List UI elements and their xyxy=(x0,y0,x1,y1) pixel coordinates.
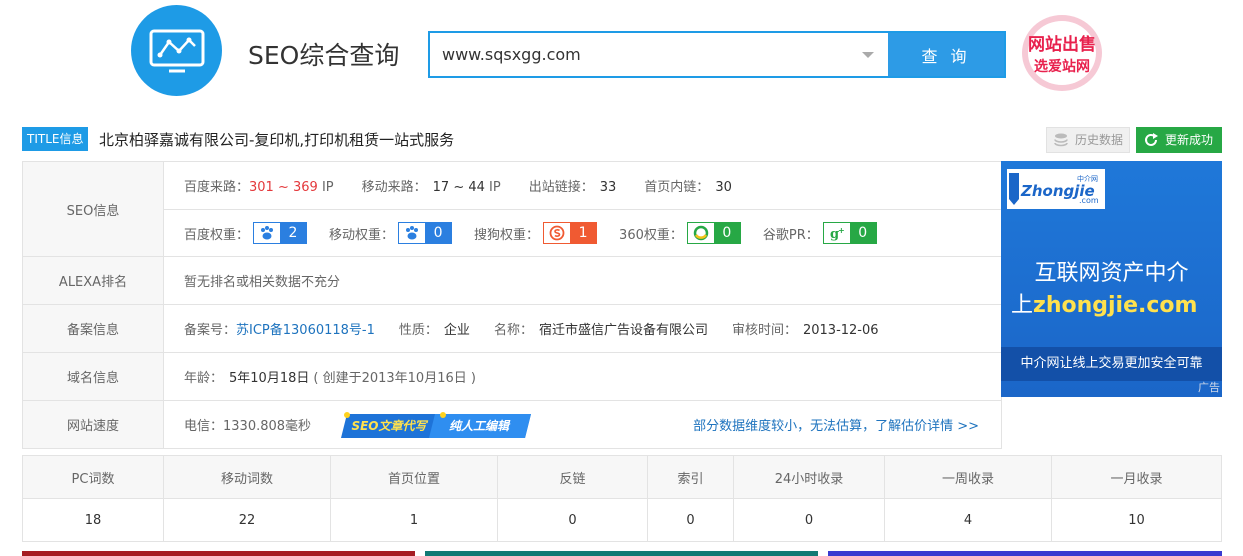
monitor-chart-icon xyxy=(149,29,205,73)
inner-links: 首页内链： 30 xyxy=(644,180,732,195)
icp-number-link[interactable]: 苏ICP备13060118号-1 xyxy=(236,323,375,338)
svg-text:.com: .com xyxy=(1079,196,1099,205)
stats-header: 首页位置 xyxy=(330,455,498,499)
traffic-line: 百度来路：301 ~ 369 IP 移动来路： 17 ~ 44 IP 出站链接： 3… xyxy=(164,162,1001,209)
stats-value[interactable]: 0 xyxy=(733,498,885,542)
stats-value[interactable]: 0 xyxy=(497,498,648,542)
domain-created: ( 创建于2013年10月16日 ) xyxy=(313,371,476,386)
domain-label: 域名信息 xyxy=(23,353,164,400)
icp-row: 备案信息 备案号：苏ICP备13060118号-1 性质： 企业 名称： 宿迁市盛信… xyxy=(23,305,1001,353)
ad-domain-line: 上zhongjie.com xyxy=(1011,293,1198,318)
baidu-traffic: 百度来路：301 ~ 369 IP xyxy=(184,180,334,195)
mobile-weight-value: 0 xyxy=(425,223,452,243)
promo-badge[interactable]: 网站出售 选爱站网 xyxy=(1016,13,1108,93)
stats-value[interactable]: 10 xyxy=(1051,498,1222,542)
seo-writing-banner[interactable]: SEO文章代写 纯人工编辑 xyxy=(339,411,532,438)
zhongjie-ad[interactable]: Zhongjie 中介网 .com 互联网资产中介 上zhongjie.com … xyxy=(1001,161,1222,397)
360-weight[interactable]: 360权重： 0 xyxy=(619,222,741,244)
mobile-weight[interactable]: 移动权重： 0 xyxy=(329,222,453,244)
zhongjie-logo: Zhongjie 中介网 .com xyxy=(1007,169,1105,209)
ad-headline: 互联网资产中介 xyxy=(1034,261,1189,286)
stats-value[interactable]: 22 xyxy=(163,498,331,542)
page-title: SEO综合查询 xyxy=(248,41,400,70)
outbound-links-value[interactable]: 33 xyxy=(600,180,617,195)
stats-table: PC词数 移动词数 首页位置 反链 索引 24小时收录 一周收录 一月收录 18… xyxy=(22,455,1222,542)
icp-label: 备案信息 xyxy=(23,305,164,352)
stats-header: 移动词数 xyxy=(163,455,331,499)
search-bar: 查 询 xyxy=(428,31,1006,78)
stats-value[interactable]: 0 xyxy=(647,498,734,542)
alexa-row: ALEXA排名 暂无排名或相关数据不充分 xyxy=(23,257,1001,305)
seo-info-label: SEO信息 xyxy=(23,162,164,256)
google-pr[interactable]: 谷歌PR： g +0 xyxy=(763,222,877,244)
domain-row: 域名信息 年龄： 5年10月18日 ( 创建于2013年10月16日 ) xyxy=(23,353,1001,401)
search-button[interactable]: 查 询 xyxy=(888,33,1004,76)
mobile-traffic-value[interactable]: 17 ~ 44 xyxy=(433,180,485,195)
speed-value: 电信：1330.808毫秒 xyxy=(184,419,312,434)
refresh-button[interactable]: 更新成功 xyxy=(1136,127,1222,153)
stats-header: 一周收录 xyxy=(884,455,1052,499)
alexa-value: 暂无排名或相关数据不充分 xyxy=(184,275,341,290)
promo-line1: 网站出售 xyxy=(1028,34,1096,55)
stats-header-row: PC词数 移动词数 首页位置 反链 索引 24小时收录 一周收录 一月收录 xyxy=(22,455,1222,499)
weights-line: 百度权重： 2 移动权重： 0 搜狗权重： 1 360权重： 0 谷歌PR： g… xyxy=(164,209,1001,256)
speed-row: 网站速度 电信：1330.808毫秒 SEO文章代写 纯人工编辑 部分数据维度较… xyxy=(23,401,1001,448)
domain-age: 5年10月18日 xyxy=(229,371,310,386)
baidu-weight[interactable]: 百度权重： 2 xyxy=(184,222,308,244)
icp-name: 宿迁市盛信广告设备有限公司 xyxy=(538,323,708,338)
history-button[interactable]: 历史数据 xyxy=(1046,127,1130,153)
alexa-label: ALEXA排名 xyxy=(23,257,164,304)
360-weight-value: 0 xyxy=(713,223,740,243)
mobile-traffic: 移动来路： 17 ~ 44 IP xyxy=(361,180,501,195)
svg-text:中介网: 中介网 xyxy=(1077,174,1098,183)
baidu-traffic-value[interactable]: 301 ~ 369 xyxy=(249,180,318,195)
sogou-weight[interactable]: 搜狗权重： 1 xyxy=(474,222,598,244)
svg-text:+: + xyxy=(838,226,845,235)
sogou-weight-value: 1 xyxy=(570,223,597,243)
stats-value-row: 18 22 1 0 0 0 4 10 xyxy=(22,498,1222,542)
info-table: SEO信息 百度来路：301 ~ 369 IP 移动来路： 17 ~ 44 IP … xyxy=(22,161,1002,449)
sogou-icon xyxy=(549,225,565,241)
icp-date: 2013-12-06 xyxy=(802,323,879,338)
icp-type: 企业 xyxy=(443,323,470,338)
site-logo[interactable] xyxy=(131,5,222,96)
ad-tag: 广告 xyxy=(1198,381,1220,394)
outbound-links: 出站链接： 33 xyxy=(528,180,617,195)
history-button-label: 历史数据 xyxy=(1075,133,1124,147)
baidu-weight-value: 2 xyxy=(280,223,307,243)
bottom-tab-indigo[interactable] xyxy=(828,551,1222,556)
google-plus-icon: g+ xyxy=(830,226,845,241)
chevron-down-icon[interactable] xyxy=(862,52,874,58)
speed-label: 网站速度 xyxy=(23,401,164,448)
stats-header: 反链 xyxy=(497,455,648,499)
paw-icon xyxy=(406,226,419,240)
stats-value[interactable]: 18 xyxy=(22,498,164,542)
stats-header: 索引 xyxy=(647,455,734,499)
search-input[interactable] xyxy=(430,33,888,76)
refresh-icon xyxy=(1145,133,1158,146)
paw-icon xyxy=(261,226,274,240)
valuation-detail-link[interactable]: 部分数据维度较小，无法估算，了解估价详情 >> xyxy=(693,415,979,434)
seo-info-row: SEO信息 百度来路：301 ~ 369 IP 移动来路： 17 ~ 44 IP … xyxy=(23,162,1001,257)
bottom-tab-teal[interactable] xyxy=(425,551,818,556)
360-icon xyxy=(693,225,709,241)
stats-header: PC词数 xyxy=(22,455,164,499)
seo-banner-right: 纯人工编辑 xyxy=(449,419,511,433)
ad-slogan: 中介网让线上交易更加安全可靠 xyxy=(1001,347,1222,381)
promo-line2: 选爱站网 xyxy=(1034,58,1090,75)
layers-icon xyxy=(1054,133,1068,147)
stats-value[interactable]: 4 xyxy=(884,498,1052,542)
title-tag: TITLE信息 xyxy=(22,127,89,151)
inner-links-value[interactable]: 30 xyxy=(715,180,732,195)
stats-value[interactable]: 1 xyxy=(330,498,498,542)
stats-header: 24小时收录 xyxy=(733,455,885,499)
refresh-button-label: 更新成功 xyxy=(1165,133,1214,147)
seo-banner-left: SEO文章代写 xyxy=(352,419,429,433)
site-title-text: 北京柏驿嘉诚有限公司-复印机,打印机租赁一站式服务 xyxy=(99,131,455,149)
stats-header: 一月收录 xyxy=(1051,455,1222,499)
google-pr-value: 0 xyxy=(849,223,876,243)
bottom-tab-red[interactable] xyxy=(22,551,415,556)
